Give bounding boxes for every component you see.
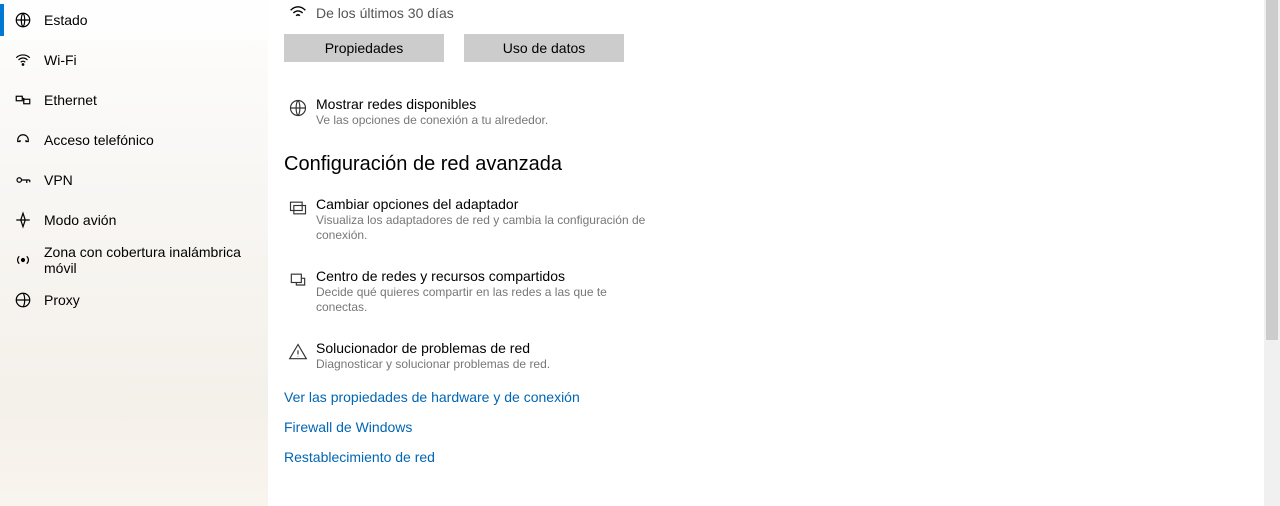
sharing-row[interactable]: Centro de redes y recursos compartidos D… <box>284 268 1264 316</box>
globe-icon <box>14 11 32 29</box>
properties-button[interactable]: Propiedades <box>284 34 444 62</box>
warning-icon <box>284 340 312 373</box>
sidebar-item-label: VPN <box>44 172 73 188</box>
sidebar-item-wifi[interactable]: Wi-Fi <box>0 40 268 80</box>
show-networks-desc: Ve las opciones de conexión a tu alreded… <box>316 113 548 129</box>
scrollbar[interactable] <box>1264 0 1280 506</box>
link-hardware-properties[interactable]: Ver las propiedades de hardware y de con… <box>284 389 1264 405</box>
sidebar-item-ethernet[interactable]: Ethernet <box>0 80 268 120</box>
sidebar-item-proxy[interactable]: Proxy <box>0 280 268 320</box>
sidebar-item-dialup[interactable]: Acceso telefónico <box>0 120 268 160</box>
link-firewall[interactable]: Firewall de Windows <box>284 419 1264 435</box>
hotspot-icon <box>14 251 32 269</box>
troubleshoot-title: Solucionador de problemas de red <box>316 340 550 356</box>
data-usage-button[interactable]: Uso de datos <box>464 34 624 62</box>
main-content: De los últimos 30 días Propiedades Uso d… <box>268 0 1280 506</box>
status-row: De los últimos 30 días <box>284 2 1264 24</box>
sidebar-item-label: Wi-Fi <box>44 52 77 68</box>
show-networks-title: Mostrar redes disponibles <box>316 96 548 112</box>
sidebar-item-label: Estado <box>44 12 88 28</box>
adapter-desc: Visualiza los adaptadores de red y cambi… <box>316 213 656 244</box>
sidebar-item-label: Proxy <box>44 292 80 308</box>
wifi-arc-icon <box>284 2 312 24</box>
wifi-icon <box>14 51 32 69</box>
sidebar-item-hotspot[interactable]: Zona con cobertura inalámbrica móvil <box>0 240 268 280</box>
proxy-icon <box>14 291 32 309</box>
adapter-title: Cambiar opciones del adaptador <box>316 196 656 212</box>
sidebar-item-label: Zona con cobertura inalámbrica móvil <box>44 244 268 276</box>
scrollbar-thumb[interactable] <box>1266 0 1278 340</box>
show-networks-row[interactable]: Mostrar redes disponibles Ve las opcione… <box>284 96 1264 129</box>
status-subtitle: De los últimos 30 días <box>316 5 454 21</box>
adapter-icon <box>284 196 312 244</box>
ethernet-icon <box>14 91 32 109</box>
sidebar-item-label: Acceso telefónico <box>44 132 154 148</box>
airplane-icon <box>14 211 32 229</box>
sidebar-item-vpn[interactable]: VPN <box>0 160 268 200</box>
dialup-icon <box>14 131 32 149</box>
sidebar-item-label: Modo avión <box>44 212 116 228</box>
buttons-row: Propiedades Uso de datos <box>284 34 1264 62</box>
sharing-icon <box>284 268 312 316</box>
sidebar-item-airplane[interactable]: Modo avión <box>0 200 268 240</box>
sidebar-item-label: Ethernet <box>44 92 97 108</box>
sidebar-item-estado[interactable]: Estado <box>0 0 268 40</box>
section-header: Configuración de red avanzada <box>284 153 1264 176</box>
vpn-icon <box>14 171 32 189</box>
troubleshoot-row[interactable]: Solucionador de problemas de red Diagnos… <box>284 340 1264 373</box>
adapter-row[interactable]: Cambiar opciones del adaptador Visualiza… <box>284 196 1264 244</box>
troubleshoot-desc: Diagnosticar y solucionar problemas de r… <box>316 357 550 373</box>
link-network-reset[interactable]: Restablecimiento de red <box>284 449 1264 465</box>
sharing-title: Centro de redes y recursos compartidos <box>316 268 656 284</box>
globe-icon <box>284 96 312 129</box>
sharing-desc: Decide qué quieres compartir en las rede… <box>316 285 656 316</box>
sidebar: Estado Wi-Fi Ethernet Acceso telefónico … <box>0 0 268 506</box>
